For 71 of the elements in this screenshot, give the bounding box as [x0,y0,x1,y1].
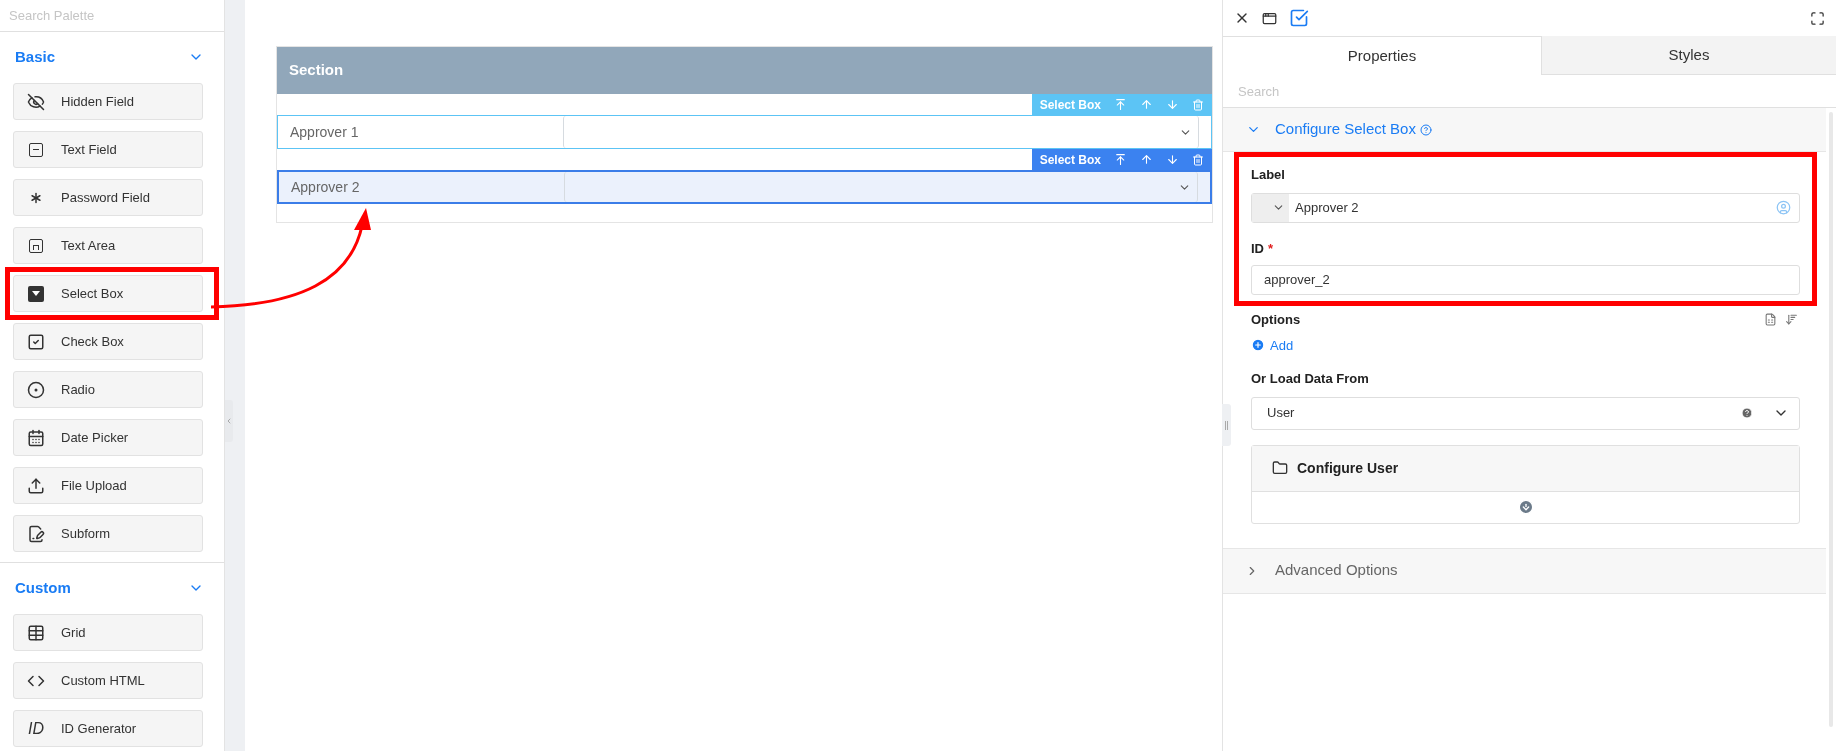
folder-icon [1272,460,1288,476]
palette-item[interactable]: Radio [13,371,203,408]
required-mark: * [1268,239,1274,258]
tab[interactable]: Styles [1542,36,1836,75]
sort-icon[interactable] [1785,313,1798,327]
arrow-down-icon[interactable] [1166,153,1179,166]
palette-item[interactable]: Check Box [13,323,203,360]
delete-icon[interactable] [1192,98,1204,111]
text-area-icon [29,238,43,253]
card-title: Configure User [1297,458,1399,478]
section-header[interactable]: Advanced Options [1223,547,1826,594]
checkbox-icon [27,332,45,351]
palette-item[interactable]: Select Box [13,275,203,312]
group-header[interactable]: Basic [0,32,224,82]
palette-item[interactable]: Text Field [13,131,203,168]
checkbox-icon[interactable] [1289,8,1309,28]
select-field[interactable] [563,116,1199,148]
move-top-icon[interactable] [1114,98,1127,111]
radio-icon [27,380,45,399]
palette-item[interactable]: Hidden Field [13,83,203,120]
palette-item[interactable]: Grid [13,614,203,651]
search-field[interactable]: Search Palette [0,0,224,32]
section-header[interactable]: Configure Select Box [1223,108,1826,152]
toolbar-label: Select Box [1039,96,1101,114]
palette-item[interactable]: Text Area [13,227,203,264]
palette-item[interactable]: Date Picker [13,419,203,456]
form-row[interactable]: Approver 1 [277,115,1212,149]
add-icon [1251,338,1265,353]
section-header: Section [277,47,1212,94]
upload-icon [27,476,45,495]
form-row[interactable]: Approver 2 [277,170,1212,204]
label-field[interactable]: Approver 2 [1251,192,1800,223]
field-label: Approver 2 [290,177,361,197]
document-icon [27,524,45,543]
chevron-left-icon [225,417,233,425]
palette-item[interactable]: Subform [13,515,203,552]
id-field[interactable]: approver_2 [1251,265,1800,295]
grid-icon [27,623,45,642]
calendar-icon [27,428,45,447]
group-header[interactable]: Custom [0,563,224,613]
id-icon: ID [28,720,44,737]
fullscreen-icon[interactable] [1810,10,1825,26]
dropdown-icon [28,285,44,302]
text-field-icon [29,142,43,157]
resize-handle[interactable] [1222,404,1231,446]
palette-item[interactable]: File Upload [13,467,203,504]
add-link[interactable]: Add [1251,335,1800,355]
csv-icon[interactable] [1764,313,1777,327]
palette-item[interactable]: Password Field [13,179,203,216]
load-from-select[interactable]: User [1251,396,1800,430]
eye-off-icon [27,92,45,111]
collapse-handle[interactable] [225,400,233,442]
palette-item[interactable]: ID ID Generator [13,710,203,747]
delete-icon[interactable] [1192,153,1204,166]
expand-icon[interactable] [1517,499,1534,515]
field-label: Options [1251,311,1301,329]
section-title: Configure Select Box [1275,119,1416,140]
select-field[interactable] [564,172,1198,202]
arrow-up-icon[interactable] [1140,98,1153,111]
field-label: Or Load Data From [1251,370,1370,388]
arrow-down-icon[interactable] [1166,98,1179,111]
move-top-icon[interactable] [1114,153,1127,166]
field-label: Approver 1 [289,122,360,142]
help-icon[interactable] [1419,123,1432,136]
palette-item[interactable]: Custom HTML [13,662,203,699]
arrow-up-icon[interactable] [1140,153,1153,166]
window-icon[interactable] [1262,10,1277,26]
toolbar-label: Select Box [1039,151,1101,169]
tab[interactable]: Properties [1223,36,1542,75]
field-label: Label [1251,166,1286,184]
field-label: ID [1251,239,1264,258]
